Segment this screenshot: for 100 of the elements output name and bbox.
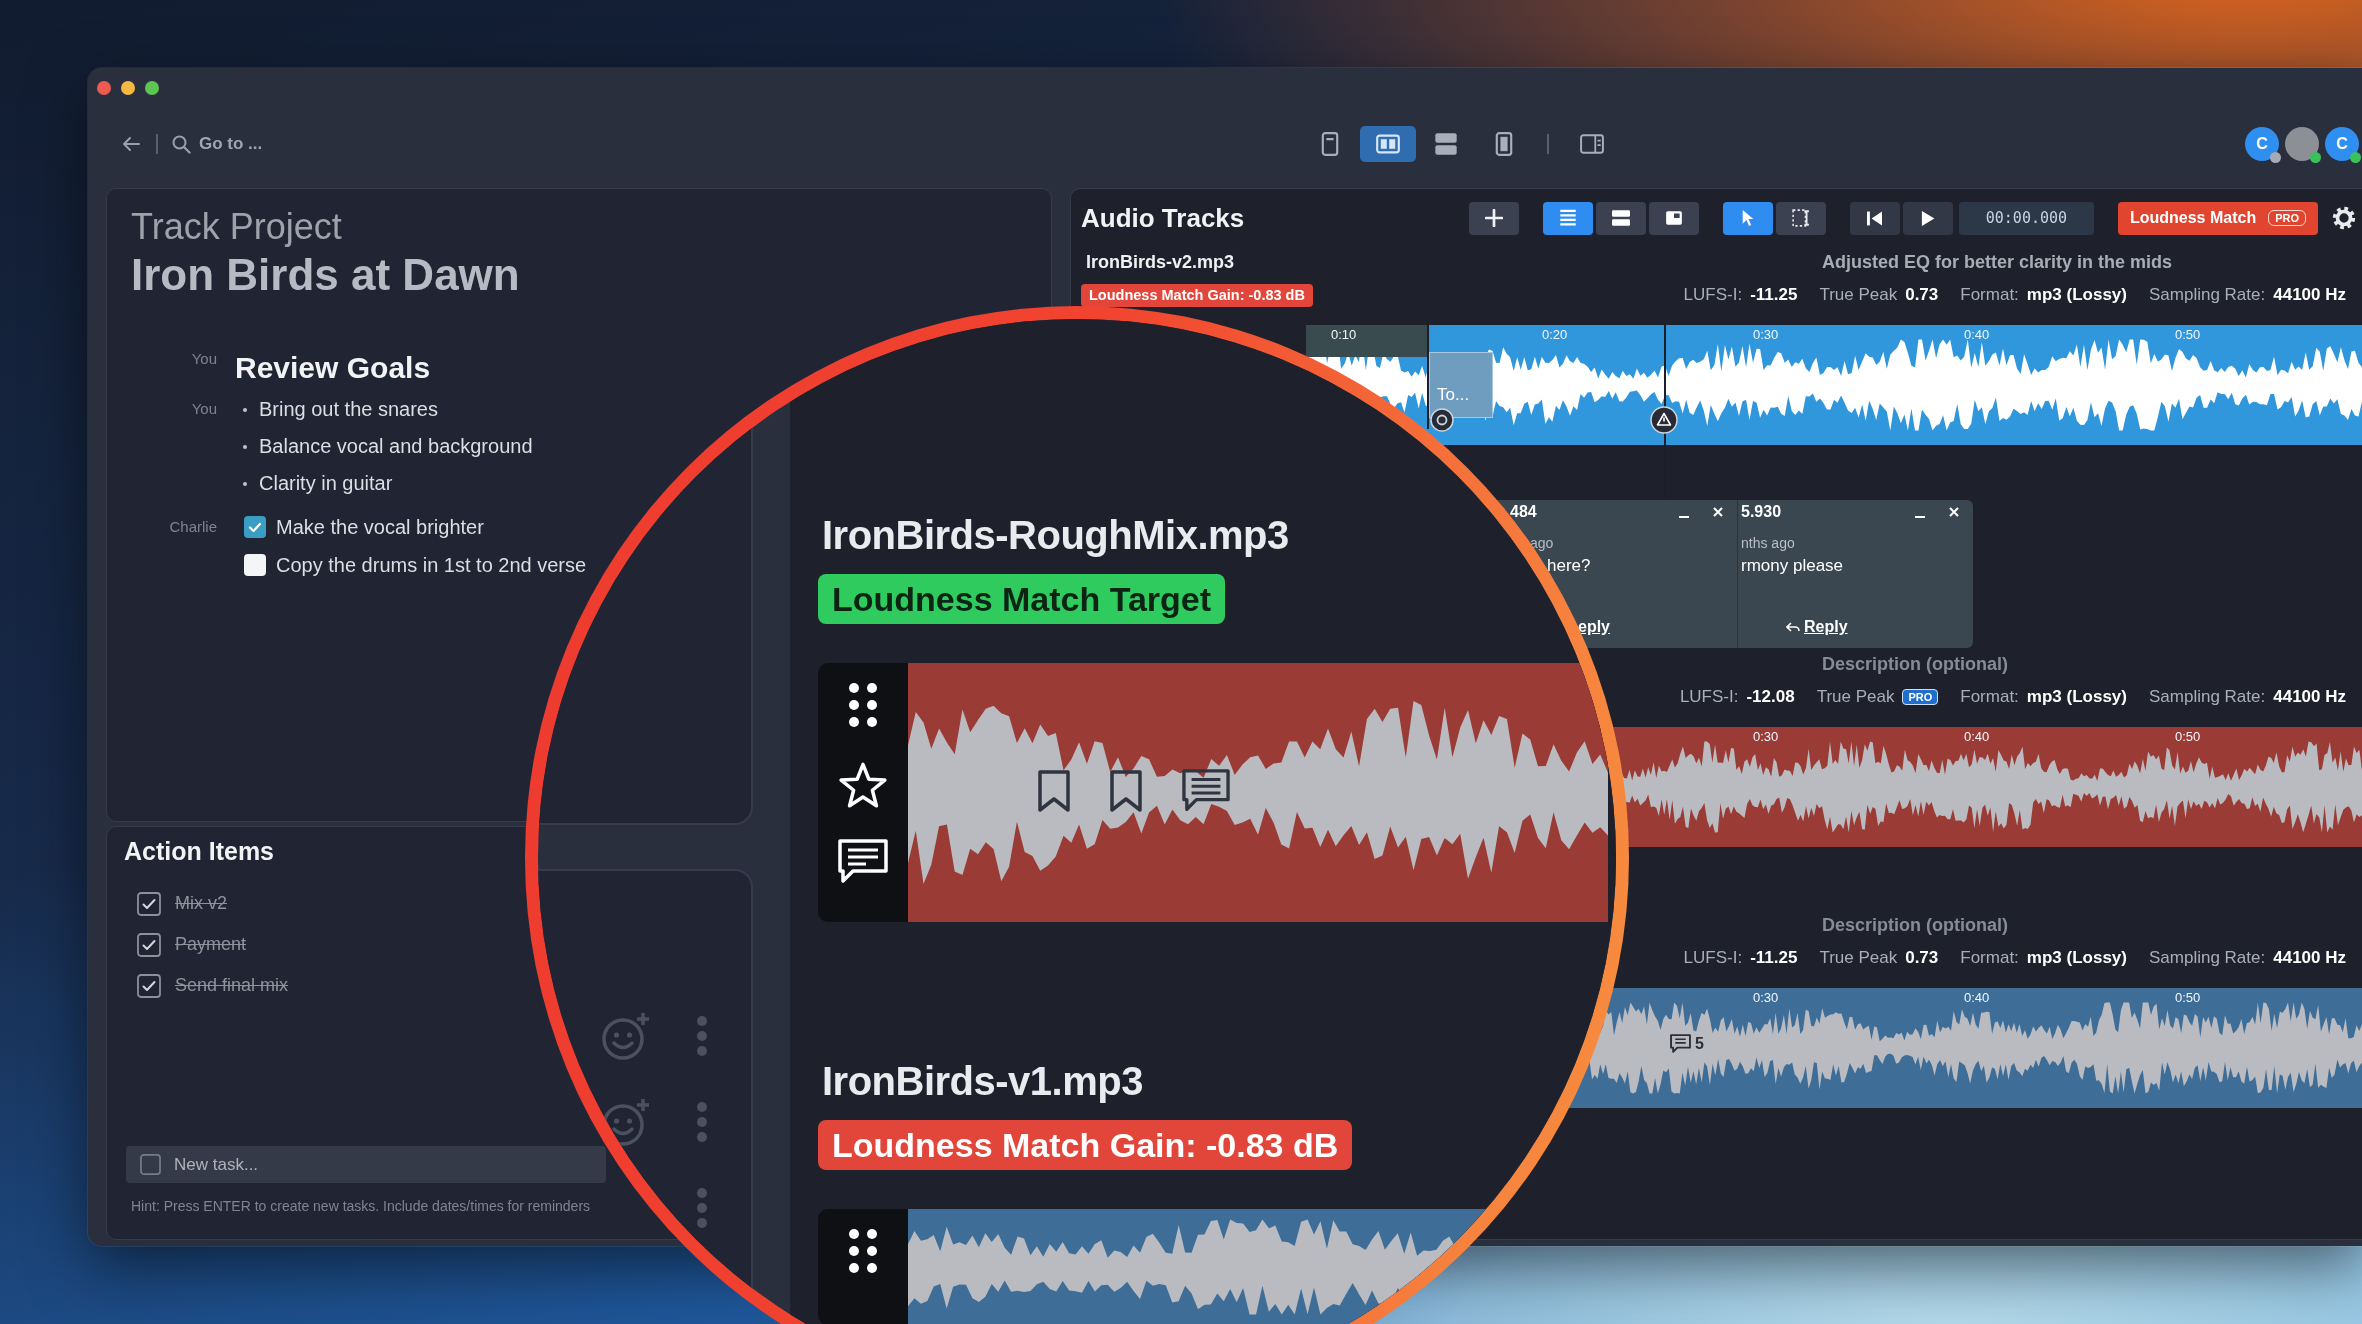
stat-label: True Peak [1819, 948, 1898, 968]
play-button[interactable] [1902, 201, 1953, 235]
action-item-text: Send final mix [175, 975, 289, 996]
stat-label: Format: [1960, 687, 2019, 707]
stat-value: mp3 (Lossy) [2026, 285, 2127, 305]
time-tick-label: 0:40 [1964, 990, 1990, 1005]
comment-timestamp: 5.930 [1741, 503, 1782, 521]
region-label[interactable]: To... [1429, 352, 1493, 418]
checkbox[interactable] [137, 973, 161, 998]
comment-icon[interactable] [1670, 1034, 1691, 1054]
comment-timestamp: 484 [1510, 503, 1537, 521]
search-icon[interactable] [171, 134, 191, 154]
drag-handle-icon[interactable] [846, 680, 880, 730]
stat-value: -11.25 [1750, 948, 1798, 968]
checkbox[interactable] [137, 932, 161, 957]
close-icon[interactable] [1947, 505, 1961, 519]
project-title: Iron Birds at Dawn [131, 249, 520, 301]
description-field[interactable]: Description (optional) [1822, 912, 2282, 938]
project-label: Track Project [131, 205, 342, 249]
time-tick-label: 0:40 [1964, 327, 1990, 342]
view-button[interactable] [1648, 201, 1699, 235]
range-select-icon [1791, 209, 1810, 227]
comment-icon[interactable] [1181, 768, 1231, 814]
marker-icon[interactable] [1430, 408, 1454, 432]
stat-label: Format: [1960, 948, 2019, 968]
checkbox[interactable] [137, 891, 161, 916]
panel-view-icon [1664, 209, 1683, 227]
rows-layout-icon [1434, 132, 1458, 156]
stat-value: 0.73 [1905, 948, 1939, 968]
track-name: IronBirds-RoughMix.mp3 [821, 512, 1289, 559]
checkbox[interactable] [244, 554, 266, 576]
action-item-text: Payment [175, 934, 247, 955]
user-avatar[interactable]: C [2325, 127, 2359, 161]
loudness-badge: Loudness Match Target [818, 574, 1226, 624]
reply-link[interactable]: eply [1578, 618, 1610, 636]
rows-view-icon [1611, 209, 1630, 227]
drag-handle-icon[interactable] [846, 1226, 880, 1276]
time-tick-label: 0:20 [1542, 327, 1568, 342]
stat-label: LUFS-I: [1683, 285, 1743, 305]
view-button[interactable] [1595, 201, 1646, 235]
bookmark-icon[interactable] [1109, 769, 1143, 813]
view-button[interactable] [1542, 201, 1593, 235]
track-name: IronBirds-v1.mp3 [821, 1058, 1143, 1105]
section-title: Action Items [124, 836, 275, 867]
settings-icon[interactable] [2331, 205, 2357, 231]
track-name: IronBirds-v2.mp3 [1085, 251, 1235, 272]
note-bullet: Balance vocal and background [259, 435, 533, 458]
checkbox[interactable] [244, 516, 266, 538]
stat-value: mp3 (Lossy) [2026, 687, 2127, 707]
tool-button[interactable] [1722, 201, 1773, 235]
user-avatar[interactable]: C [2245, 127, 2279, 161]
star-icon[interactable] [839, 762, 887, 808]
close-window-icon[interactable] [97, 81, 111, 95]
user-avatar[interactable] [2285, 127, 2319, 161]
selected-region[interactable] [1306, 325, 1427, 357]
warning-icon[interactable] [1650, 406, 1678, 434]
bookmark-icon[interactable] [1037, 769, 1071, 813]
time-tick-label: 0:50 [2175, 990, 2201, 1005]
close-icon[interactable] [1711, 505, 1725, 519]
zoom-window-icon[interactable] [145, 81, 159, 95]
skip-back-button[interactable] [1849, 201, 1900, 235]
comment-time: ago [1530, 534, 1554, 553]
stat-label: True Peak [1816, 687, 1895, 707]
time-display: 00:00.000 [1958, 201, 2094, 235]
search-field[interactable]: Go to ... [199, 134, 349, 154]
add-button[interactable] [1468, 201, 1519, 235]
loudness-match-button[interactable]: Loudness Match PRO [2117, 201, 2318, 235]
comment-text: rmony please [1741, 555, 1844, 577]
stat-value: 44100 Hz [2273, 687, 2346, 707]
time-tick-label: 0:50 [2175, 327, 2201, 342]
description-field[interactable]: Adjusted EQ for better clarity in the mids [1822, 249, 2282, 275]
reply-link[interactable]: Reply [1804, 618, 1848, 636]
stat-value: 44100 Hz [2273, 948, 2346, 968]
avatar-initial: C [2336, 135, 2348, 153]
comment-time: nths ago [1741, 534, 1795, 553]
task-text: Copy the drums in 1st to 2nd verse [276, 553, 587, 577]
layout-button[interactable] [1360, 126, 1416, 162]
time-tick-label: 0:40 [1964, 729, 1990, 744]
bullet-icon [243, 407, 247, 412]
comment-icon[interactable] [837, 838, 889, 886]
note-heading: Review Goals [235, 350, 431, 386]
stat-label: True Peak [1819, 285, 1898, 305]
time-tick-label: 0:50 [2175, 729, 2201, 744]
time-tick-label: 0:30 [1753, 990, 1779, 1005]
stat-label: Sampling Rate: [2149, 687, 2266, 707]
new-task-field[interactable]: New task... [126, 1146, 606, 1183]
loudness-badge: Loudness Match Gain: -0.83 dB [818, 1120, 1353, 1170]
skip-back-icon [1867, 210, 1883, 226]
description-field[interactable]: Description (optional) [1822, 651, 2282, 677]
sidebar-toggle-icon[interactable] [1580, 132, 1604, 156]
checkbox-icon [140, 1154, 161, 1175]
time-tick-label: 0:30 [1753, 729, 1779, 744]
stat-label: Sampling Rate: [2149, 948, 2266, 968]
note-bullet: Clarity in guitar [259, 472, 393, 495]
minimize-window-icon[interactable] [121, 81, 135, 95]
pro-badge: PRO [1902, 689, 1939, 705]
action-item-text: Mix v2 [175, 893, 227, 914]
stat-value: 0.73 [1905, 285, 1939, 305]
stat-value: 44100 Hz [2273, 285, 2346, 305]
tool-button[interactable] [1775, 201, 1826, 235]
